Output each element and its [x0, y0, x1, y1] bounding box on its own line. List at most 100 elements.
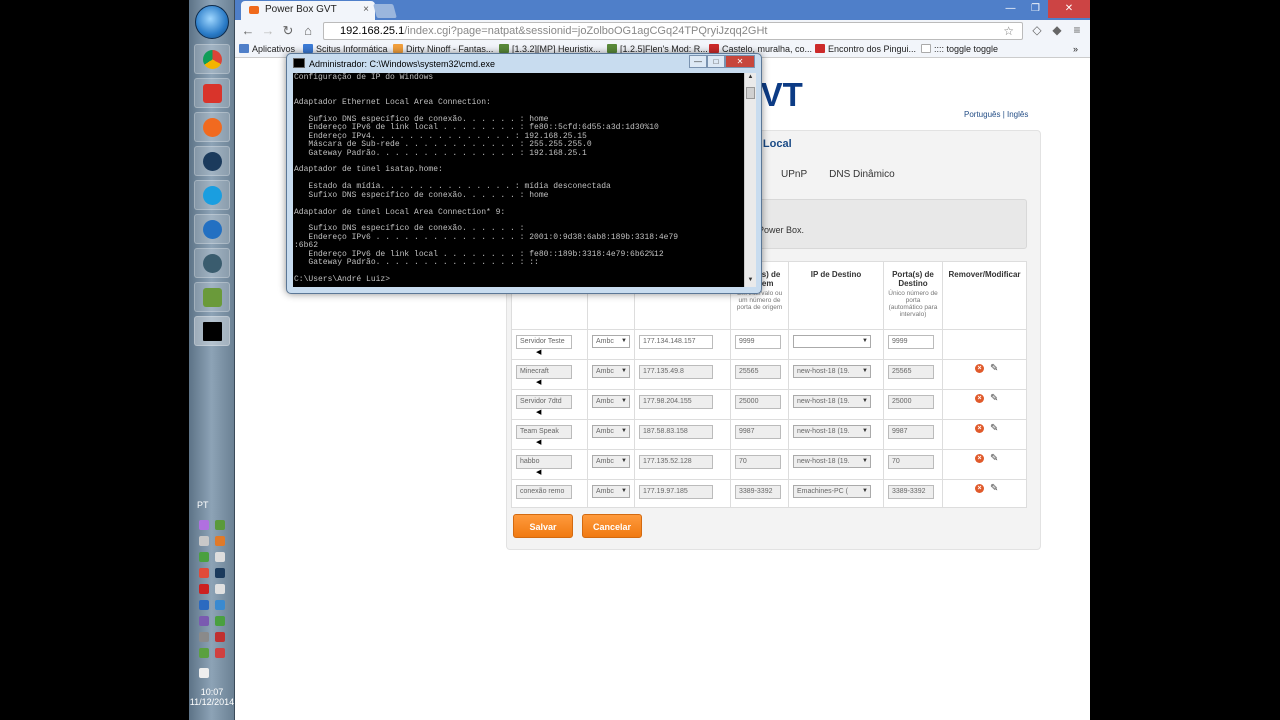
- table-row: Team Speak◀ Ambc 187.58.83.158 9987 new-…: [511, 419, 1027, 450]
- tray-icon[interactable]: [199, 520, 209, 530]
- cmd-window[interactable]: Administrador: C:\Windows\system32\cmd.e…: [286, 53, 762, 294]
- source-ip-input[interactable]: 177.134.148.157: [639, 335, 713, 349]
- tray-icon[interactable]: [199, 600, 209, 610]
- arrow-left-icon[interactable]: ◀: [536, 439, 583, 447]
- address-bar[interactable]: 192.168.25.1/index.cgi?page=natpat&sessi…: [323, 22, 1023, 40]
- maximize-button[interactable]: ❐: [1023, 0, 1048, 18]
- clock-date: 11/12/2014: [189, 697, 235, 707]
- minimize-button[interactable]: —: [689, 55, 707, 68]
- tray-icon[interactable]: [215, 600, 225, 610]
- new-tab-button[interactable]: [373, 4, 397, 18]
- extension-icon[interactable]: ◆: [1050, 23, 1064, 37]
- close-window-button[interactable]: ✕: [1048, 0, 1090, 18]
- destination-port-input[interactable]: 9999: [888, 335, 934, 349]
- bookmark-item[interactable]: Encontro dos Pingui...: [815, 44, 916, 54]
- cmd-title-bar[interactable]: Administrador: C:\Windows\system32\cmd.e…: [293, 57, 495, 71]
- tray-icon[interactable]: [215, 616, 225, 626]
- console-scrollbar[interactable]: ▲ ▼: [744, 73, 756, 287]
- tray-icon[interactable]: [215, 584, 225, 594]
- maximize-button[interactable]: □: [707, 55, 725, 68]
- bookmark-favicon-icon: [607, 44, 617, 53]
- url-path: /index.cgi?page=natpat&sessionid=joZolbo…: [404, 25, 768, 37]
- source-port-field: 3389-3392: [735, 485, 781, 499]
- minimize-button[interactable]: —: [998, 0, 1023, 18]
- pin-icon[interactable]: [194, 78, 230, 108]
- cmd-icon[interactable]: [194, 316, 230, 346]
- destination-port-field: 3389-3392: [888, 485, 934, 499]
- scroll-down-icon[interactable]: ▼: [746, 277, 755, 286]
- destination-ip-select: new-host-18 (19.: [793, 425, 871, 438]
- source-port-input[interactable]: 9999: [735, 335, 781, 349]
- favicon-icon: [249, 6, 259, 14]
- reload-button[interactable]: ↻: [279, 22, 297, 40]
- start-button[interactable]: [195, 5, 229, 39]
- volume-icon[interactable]: [215, 552, 225, 562]
- chrome-icon[interactable]: [194, 44, 230, 74]
- close-button[interactable]: ✕: [725, 55, 755, 68]
- sub-tabs: UPnP DNS Dinâmico: [781, 169, 895, 180]
- tab-dns-dinamico[interactable]: DNS Dinâmico: [829, 169, 895, 180]
- back-button[interactable]: ←: [239, 22, 257, 40]
- orange-circle-icon[interactable]: [194, 112, 230, 142]
- rule-name-input[interactable]: Servidor Teste: [516, 335, 572, 349]
- remove-icon[interactable]: ×: [975, 394, 984, 403]
- more-bookmarks-button[interactable]: »: [1073, 44, 1078, 54]
- skype-icon[interactable]: [194, 180, 230, 210]
- scroll-thumb[interactable]: [746, 87, 755, 99]
- browser-c-icon[interactable]: [194, 214, 230, 244]
- remove-icon[interactable]: ×: [975, 424, 984, 433]
- home-button[interactable]: ⌂: [299, 22, 317, 40]
- bookmark-star-icon[interactable]: ☆: [1003, 23, 1014, 39]
- youtube-icon: [815, 44, 825, 53]
- steam-icon[interactable]: [194, 146, 230, 176]
- remove-icon[interactable]: ×: [975, 364, 984, 373]
- arrow-left-icon[interactable]: ◀: [536, 349, 583, 357]
- console-output[interactable]: Configuração de IP do Windows Adaptador …: [293, 73, 744, 287]
- arrow-left-icon[interactable]: ◀: [536, 469, 583, 477]
- bookmark-item[interactable]: Aplicativos: [239, 44, 295, 54]
- shield-icon[interactable]: ◇: [1030, 23, 1044, 37]
- tray-icon[interactable]: [199, 584, 209, 594]
- tray-icon[interactable]: [215, 568, 225, 578]
- media-icon[interactable]: [194, 248, 230, 278]
- scroll-up-icon[interactable]: ▲: [746, 74, 755, 83]
- tray-icon[interactable]: [199, 568, 209, 578]
- edit-pencil-icon[interactable]: ✎: [990, 424, 998, 434]
- tab-upnp[interactable]: UPnP: [781, 169, 807, 180]
- edit-pencil-icon[interactable]: ✎: [990, 394, 998, 404]
- tray-icon[interactable]: [199, 616, 209, 626]
- destination-ip-select[interactable]: [793, 335, 871, 348]
- tray-icon[interactable]: [215, 536, 225, 546]
- protocol-select: Ambc: [592, 365, 630, 378]
- language-links[interactable]: Português | Inglês: [964, 110, 1028, 119]
- cmd-icon: [293, 58, 305, 68]
- arrow-left-icon[interactable]: ◀: [536, 379, 583, 387]
- table-row: conexão remo Ambc 177.19.97.185 3389-339…: [511, 479, 1027, 508]
- tray-icon[interactable]: [215, 632, 225, 642]
- protocol-select[interactable]: Ambc: [592, 335, 630, 348]
- forward-button[interactable]: →: [259, 22, 277, 40]
- browser-tab[interactable]: Power Box GVT ×: [241, 1, 375, 20]
- bookmark-item[interactable]: :::: toggle toggle: [921, 44, 998, 54]
- remove-icon[interactable]: ×: [975, 484, 984, 493]
- tray-icon[interactable]: [199, 552, 209, 562]
- tab-close-icon[interactable]: ×: [363, 1, 369, 19]
- edit-pencil-icon[interactable]: ✎: [990, 454, 998, 464]
- tray-icon[interactable]: [215, 520, 225, 530]
- menu-icon[interactable]: ≡: [1070, 23, 1084, 37]
- language-indicator[interactable]: PT: [197, 500, 209, 510]
- network-icon[interactable]: [194, 282, 230, 312]
- edit-pencil-icon[interactable]: ✎: [990, 364, 998, 374]
- clock[interactable]: 10:07 11/12/2014: [189, 686, 235, 708]
- cancel-button[interactable]: Cancelar: [582, 514, 642, 538]
- save-button[interactable]: Salvar: [513, 514, 573, 538]
- tray-icon[interactable]: [199, 648, 209, 658]
- action-center-icon[interactable]: [199, 668, 209, 678]
- arrow-left-icon[interactable]: ◀: [536, 409, 583, 417]
- taskbar: PT 10:07 11/12/2014: [189, 0, 235, 720]
- tray-icon[interactable]: [199, 632, 209, 642]
- remove-icon[interactable]: ×: [975, 454, 984, 463]
- tray-icon[interactable]: [215, 648, 225, 658]
- edit-pencil-icon[interactable]: ✎: [990, 484, 998, 494]
- tray-icon[interactable]: [199, 536, 209, 546]
